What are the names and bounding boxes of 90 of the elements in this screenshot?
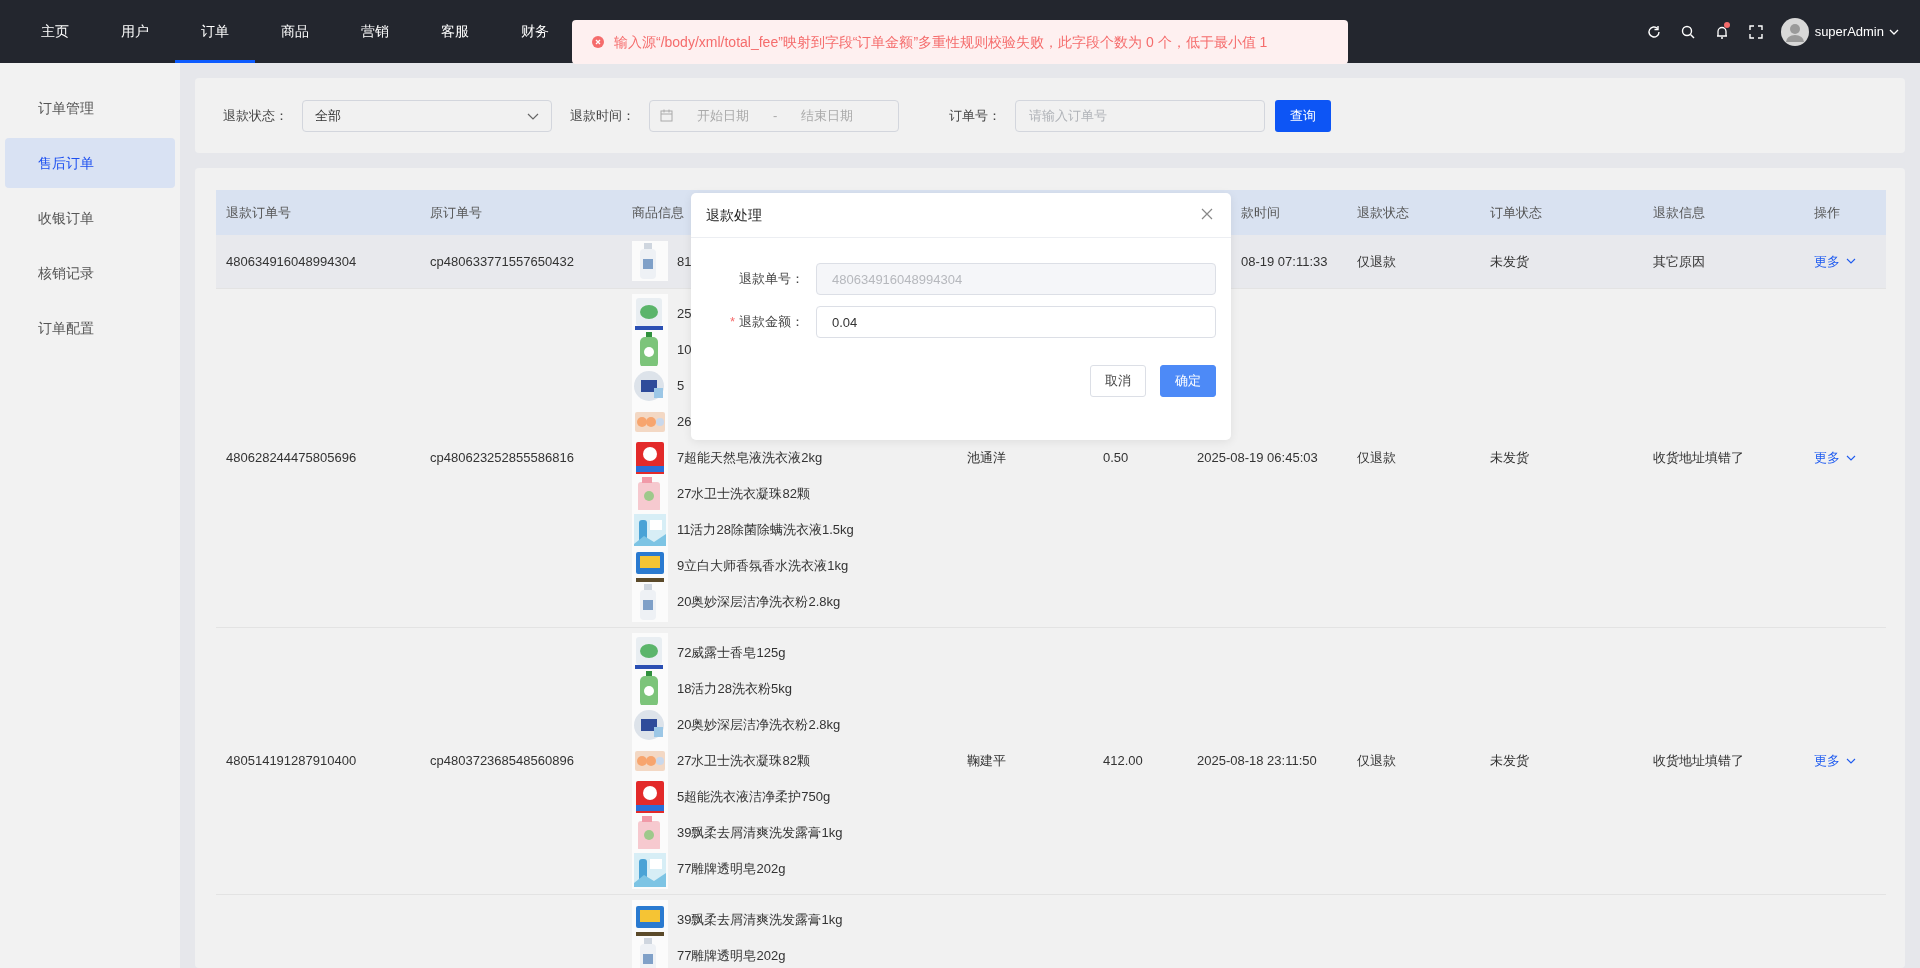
nav-tab[interactable]: 财务 bbox=[495, 0, 575, 63]
table-cell: cp480372368548560896 bbox=[430, 752, 574, 768]
product-name: 20奥妙深层洁净洗衣粉2.8kg bbox=[677, 592, 841, 611]
product-name: 5 bbox=[677, 376, 685, 395]
table-cell: 2025-08-19 06:45:03 bbox=[1197, 449, 1318, 465]
avatar bbox=[1780, 17, 1809, 46]
table-cell: 收货地址填错了 bbox=[1653, 752, 1744, 768]
status-select[interactable]: 全部 bbox=[302, 99, 552, 132]
product-name: 18活力28洗衣粉5kg bbox=[677, 679, 792, 698]
nav-tab[interactable]: 用户 bbox=[95, 0, 175, 63]
toast-message: 输入源“/body/xml/total_fee”映射到字段“订单金额”多重性规则校验失败，此字段个数为 0 个，低于最小值 1 bbox=[614, 32, 1268, 52]
search-icon bbox=[1680, 24, 1695, 39]
more-link[interactable]: 更多 bbox=[1814, 447, 1856, 468]
search-button[interactable]: 查询 bbox=[1275, 99, 1331, 132]
table-cell: 08-19 07:11:33 bbox=[1241, 253, 1328, 269]
fullscreen-icon bbox=[1748, 24, 1763, 39]
column-header: 退款订单号 bbox=[226, 204, 291, 220]
table-cell: 未发货 bbox=[1490, 752, 1529, 768]
table-cell: 仅退款 bbox=[1357, 752, 1396, 768]
product-name: 10 bbox=[677, 340, 692, 359]
product-name: 27水卫士洗衣凝珠82颗 bbox=[677, 484, 810, 503]
bell-icon bbox=[1714, 24, 1729, 39]
close-icon bbox=[1200, 207, 1214, 221]
table-cell: 2025-08-18 23:11:50 bbox=[1197, 752, 1317, 768]
table-cell: 鞠建平 bbox=[967, 752, 1006, 768]
table-cell: 未发货 bbox=[1490, 253, 1529, 269]
table-cell: 收货地址填错了 bbox=[1653, 449, 1744, 465]
product-name: 27水卫士洗衣凝珠82颗 bbox=[677, 751, 810, 770]
product-name: 9立白大师香氛香水洗衣液1kg bbox=[677, 556, 849, 575]
dialog-title: 退款处理 bbox=[706, 205, 762, 225]
column-header: 退款信息 bbox=[1653, 204, 1705, 220]
sidebar-item[interactable]: 核销记录 bbox=[5, 248, 175, 298]
product-name: 7超能天然皂液洗衣液2kg bbox=[677, 448, 823, 467]
product-name: 72威露士香皂125g bbox=[677, 643, 786, 662]
table-cell: 仅退款 bbox=[1357, 253, 1396, 269]
product-name: 11活力28除菌除螨洗衣液1.5kg bbox=[677, 520, 854, 539]
nav-tab[interactable]: 商品 bbox=[255, 0, 335, 63]
range-separator: - bbox=[773, 106, 778, 125]
column-header: 退款状态 bbox=[1357, 204, 1409, 220]
end-date-placeholder: 结束日期 bbox=[800, 106, 855, 125]
required-mark: * bbox=[729, 314, 735, 330]
more-link[interactable]: 更多 bbox=[1814, 750, 1856, 771]
table-cell: 412.00 bbox=[1103, 752, 1143, 768]
column-header: 操作 bbox=[1814, 204, 1840, 220]
nav-tab[interactable]: 主页 bbox=[15, 0, 95, 63]
table-cell: cp480623252855586816 bbox=[430, 449, 574, 465]
table-cell: cp480633771557650432 bbox=[430, 253, 574, 269]
nav-tab[interactable]: 营销 bbox=[335, 0, 415, 63]
product-name: 26 bbox=[677, 412, 692, 431]
filter-label: 退款状态： bbox=[223, 106, 288, 125]
start-date-placeholder: 开始日期 bbox=[696, 106, 750, 125]
table-cell: 仅退款 bbox=[1357, 449, 1396, 465]
user-name[interactable]: superAdmin bbox=[1814, 21, 1884, 42]
table-cell: 0.50 bbox=[1103, 449, 1129, 465]
refresh-icon bbox=[1646, 24, 1661, 39]
product-name: 81 bbox=[677, 252, 692, 271]
product-name: 39飘柔去屑清爽洗发露膏1kg bbox=[677, 910, 843, 929]
column-header: 订单状态 bbox=[1490, 204, 1542, 220]
filter-label: 退款时间： bbox=[570, 106, 635, 125]
product-name: 77雕牌透明皂202g bbox=[677, 859, 786, 878]
table-cell: 池通洋 bbox=[967, 449, 1006, 465]
sidebar-item[interactable]: 订单管理 bbox=[5, 83, 175, 133]
field-label: 退款单号： bbox=[739, 271, 804, 287]
filter-label: 订单号： bbox=[949, 106, 1001, 125]
product-name: 25 bbox=[677, 304, 692, 323]
order-number-field[interactable]: 请输入订单号 bbox=[1015, 99, 1265, 132]
table-cell: 480634916048994304 bbox=[226, 253, 357, 269]
sidebar-item[interactable]: 售后订单 bbox=[5, 138, 175, 188]
product-name: 39飘柔去屑清爽洗发露膏1kg bbox=[677, 823, 843, 842]
calendar-icon bbox=[660, 109, 673, 122]
table-cell: 480514191287910400 bbox=[226, 752, 357, 768]
cancel-button[interactable]: 取消 bbox=[1090, 365, 1146, 397]
input-field[interactable]: 0.04 bbox=[816, 306, 1216, 338]
column-header: 商品信息 bbox=[632, 204, 684, 220]
column-header: 款时间 bbox=[1241, 204, 1280, 220]
table-cell: 其它原因 bbox=[1653, 253, 1705, 269]
table-cell: 未发货 bbox=[1490, 449, 1529, 465]
product-name: 77雕牌透明皂202g bbox=[677, 946, 786, 965]
field-label: 退款金额： bbox=[739, 314, 804, 330]
product-name: 20奥妙深层洁净洗衣粉2.8kg bbox=[677, 715, 841, 734]
table-cell: 480628244475805696 bbox=[226, 449, 357, 465]
more-link[interactable]: 更多 bbox=[1814, 251, 1856, 271]
sidebar-item[interactable]: 订单配置 bbox=[5, 303, 175, 353]
product-name: 5超能洗衣液洁净柔护750g bbox=[677, 787, 831, 806]
error-icon bbox=[592, 36, 604, 48]
select-value: 全部 bbox=[315, 106, 341, 125]
sidebar-item[interactable]: 收银订单 bbox=[5, 193, 175, 243]
nav-tab[interactable]: 客服 bbox=[415, 0, 495, 63]
column-header: 原订单号 bbox=[430, 204, 482, 220]
nav-tab[interactable]: 订单 bbox=[175, 0, 255, 63]
